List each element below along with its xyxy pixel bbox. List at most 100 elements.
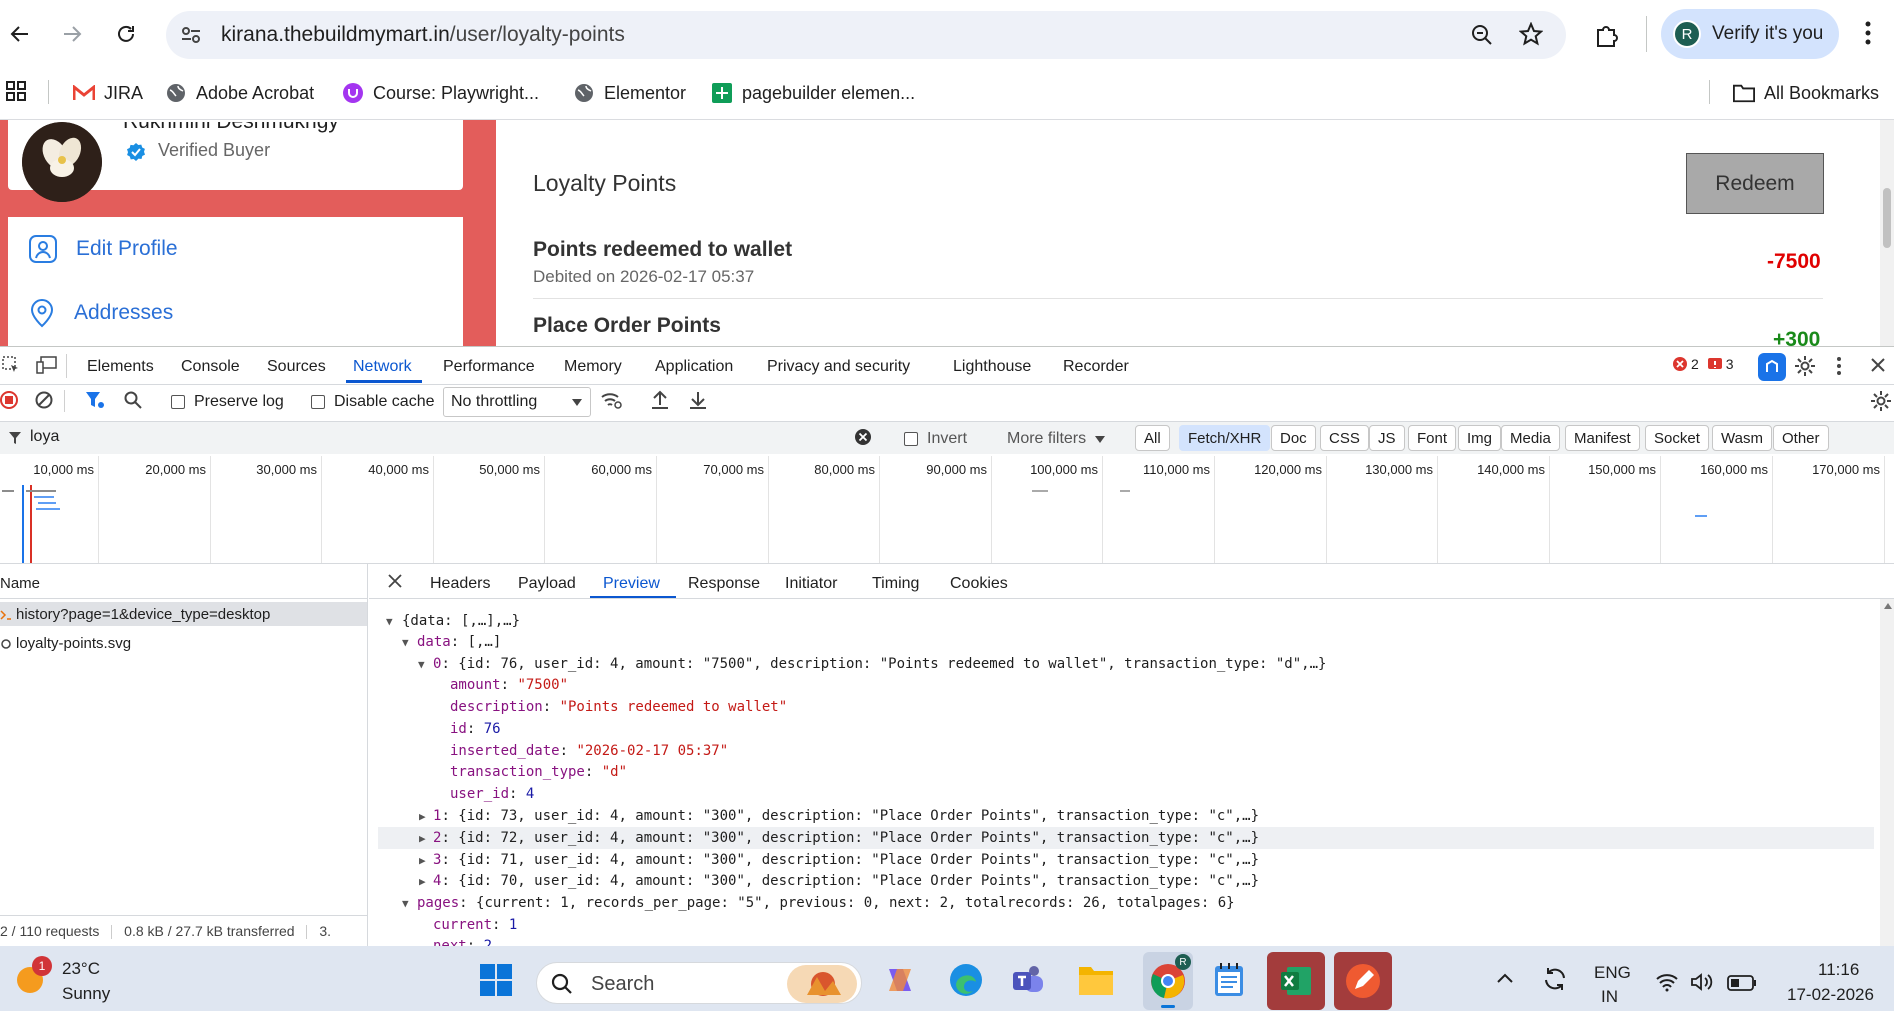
copilot-icon[interactable] <box>880 960 920 1000</box>
back-button[interactable] <box>4 18 36 50</box>
bookmark-jira[interactable]: JIRA <box>73 80 143 106</box>
clock-time[interactable]: 11:16 <box>1818 960 1859 980</box>
reload-button[interactable] <box>110 18 142 50</box>
type-filter-fetch-xhr[interactable]: Fetch/XHR <box>1179 425 1271 451</box>
expanded-triangle-icon[interactable]: ▼ <box>418 658 425 671</box>
scrollbar-thumb[interactable] <box>1883 188 1891 248</box>
page-scrollbar[interactable] <box>1880 120 1894 346</box>
type-filter-manifest[interactable]: Manifest <box>1565 425 1640 451</box>
close-details-icon[interactable] <box>388 574 402 588</box>
expanded-triangle-icon[interactable]: ▼ <box>402 636 409 649</box>
export-har-icon[interactable] <box>689 390 707 410</box>
verify-profile-button[interactable]: R Verify it's you <box>1661 9 1839 59</box>
collapsed-triangle-icon[interactable]: ▶ <box>419 875 426 888</box>
clock-date[interactable]: 17-02-2026 <box>1787 985 1874 1005</box>
tab-lighthouse[interactable]: Lighthouse <box>953 358 1031 376</box>
taskbar-search[interactable]: Search <box>536 962 862 1004</box>
edge-icon[interactable] <box>946 960 986 1000</box>
apps-grid-icon[interactable] <box>5 80 27 102</box>
type-filter-js[interactable]: JS <box>1369 425 1405 451</box>
collapsed-triangle-icon[interactable]: ▶ <box>419 854 426 867</box>
json-data-node[interactable]: data: [,…] <box>417 634 501 650</box>
detail-tab-preview[interactable]: Preview <box>603 575 660 593</box>
type-filter-font[interactable]: Font <box>1408 425 1457 451</box>
ai-assistance-icon[interactable] <box>1758 353 1786 381</box>
file-explorer-icon[interactable] <box>1076 960 1116 1000</box>
clear-filter-icon[interactable] <box>854 428 872 446</box>
tab-privacy-security[interactable]: Privacy and security <box>767 358 910 376</box>
zoom-icon[interactable] <box>1470 23 1494 47</box>
teams-icon[interactable] <box>1008 960 1048 1000</box>
menu-item-addresses[interactable]: Addresses <box>28 297 173 329</box>
filter-input[interactable]: loya <box>30 428 59 446</box>
json-pages-node[interactable]: pages: {current: 1, records_per_page: "5… <box>417 895 1235 911</box>
start-button[interactable] <box>476 960 516 1000</box>
inspect-element-icon[interactable] <box>2 356 20 374</box>
detail-tab-response[interactable]: Response <box>688 575 760 593</box>
type-filter-other[interactable]: Other <box>1773 425 1829 451</box>
battery-icon[interactable] <box>1727 974 1757 992</box>
menu-item-edit-profile[interactable]: Edit Profile <box>28 233 178 265</box>
site-info-icon[interactable] <box>180 24 202 46</box>
type-filter-doc[interactable]: Doc <box>1271 425 1316 451</box>
json-item[interactable]: 4: {id: 70, user_id: 4, amount: "300", d… <box>433 873 1259 889</box>
type-filter-img[interactable]: Img <box>1458 425 1502 451</box>
close-devtools-icon[interactable] <box>1870 357 1886 373</box>
bookmark-course[interactable]: Course: Playwright... <box>342 80 539 106</box>
type-filter-socket[interactable]: Socket <box>1645 425 1709 451</box>
preserve-log-checkbox[interactable]: Preserve log <box>171 393 284 411</box>
extensions-icon[interactable] <box>1594 22 1620 48</box>
type-filter-css[interactable]: CSS <box>1320 425 1369 451</box>
json-item[interactable]: 2: {id: 72, user_id: 4, amount: "300", d… <box>433 830 1259 846</box>
detail-tab-timing[interactable]: Timing <box>872 575 919 593</box>
network-settings-gear-icon[interactable] <box>1870 390 1892 412</box>
more-filters-dropdown[interactable]: More filters <box>1007 430 1106 448</box>
record-stop-icon[interactable] <box>0 391 18 409</box>
device-toolbar-icon[interactable] <box>36 356 58 374</box>
tab-performance[interactable]: Performance <box>443 358 535 376</box>
bookmark-adobe-acrobat[interactable]: Adobe Acrobat <box>165 80 314 106</box>
checkbox-box[interactable] <box>171 395 185 409</box>
tab-network[interactable]: Network <box>353 358 412 376</box>
type-filter-media[interactable]: Media <box>1501 425 1560 451</box>
bookmark-elementor[interactable]: Elementor <box>573 80 686 106</box>
collapsed-triangle-icon[interactable]: ▶ <box>419 810 426 823</box>
issues-counter[interactable]: 2 3 <box>1672 356 1734 372</box>
json-item[interactable]: 1: {id: 73, user_id: 4, amount: "300", d… <box>433 808 1259 824</box>
volume-icon[interactable] <box>1690 972 1714 992</box>
detail-tab-cookies[interactable]: Cookies <box>950 575 1008 593</box>
disable-cache-checkbox[interactable]: Disable cache <box>311 393 435 411</box>
expanded-triangle-icon[interactable]: ▼ <box>402 897 409 910</box>
checkbox-box[interactable] <box>904 432 918 446</box>
detail-tab-initiator[interactable]: Initiator <box>785 575 837 593</box>
devtools-menu-icon[interactable] <box>1836 356 1842 376</box>
redeem-button[interactable]: Redeem <box>1686 153 1824 214</box>
throttling-select[interactable]: No throttling <box>443 387 591 417</box>
detail-tab-headers[interactable]: Headers <box>430 575 490 593</box>
settings-gear-icon[interactable] <box>1794 355 1816 377</box>
clear-icon[interactable] <box>35 391 53 409</box>
collapsed-triangle-icon[interactable]: ▶ <box>419 832 426 845</box>
tab-application[interactable]: Application <box>655 358 733 376</box>
invert-checkbox[interactable]: Invert <box>904 430 967 448</box>
network-conditions-icon[interactable] <box>600 390 622 410</box>
expanded-triangle-icon[interactable]: ▼ <box>386 615 393 628</box>
sync-icon[interactable] <box>1541 965 1569 993</box>
bookmark-star-icon[interactable] <box>1519 22 1543 46</box>
pencil-app-icon[interactable] <box>1334 952 1392 1010</box>
show-hidden-icons-chevron-icon[interactable] <box>1496 972 1514 984</box>
all-bookmarks-button[interactable]: All Bookmarks <box>1733 80 1879 106</box>
request-row[interactable]: loyalty-points.svg <box>0 635 131 652</box>
import-har-icon[interactable] <box>651 390 669 410</box>
bookmark-pagebuilder[interactable]: pagebuilder elemen... <box>711 80 915 106</box>
tab-memory[interactable]: Memory <box>564 358 622 376</box>
request-row[interactable]: history?page=1&device_type=desktop <box>0 606 270 623</box>
notepad-icon[interactable] <box>1209 960 1249 1000</box>
name-column-header[interactable]: Name <box>0 575 40 592</box>
checkbox-box[interactable] <box>311 395 325 409</box>
detail-tab-payload[interactable]: Payload <box>518 575 576 593</box>
language-bottom[interactable]: IN <box>1601 987 1618 1007</box>
filter-icon[interactable] <box>85 391 105 409</box>
tab-recorder[interactable]: Recorder <box>1063 358 1129 376</box>
json-item[interactable]: 3: {id: 71, user_id: 4, amount: "300", d… <box>433 852 1259 868</box>
